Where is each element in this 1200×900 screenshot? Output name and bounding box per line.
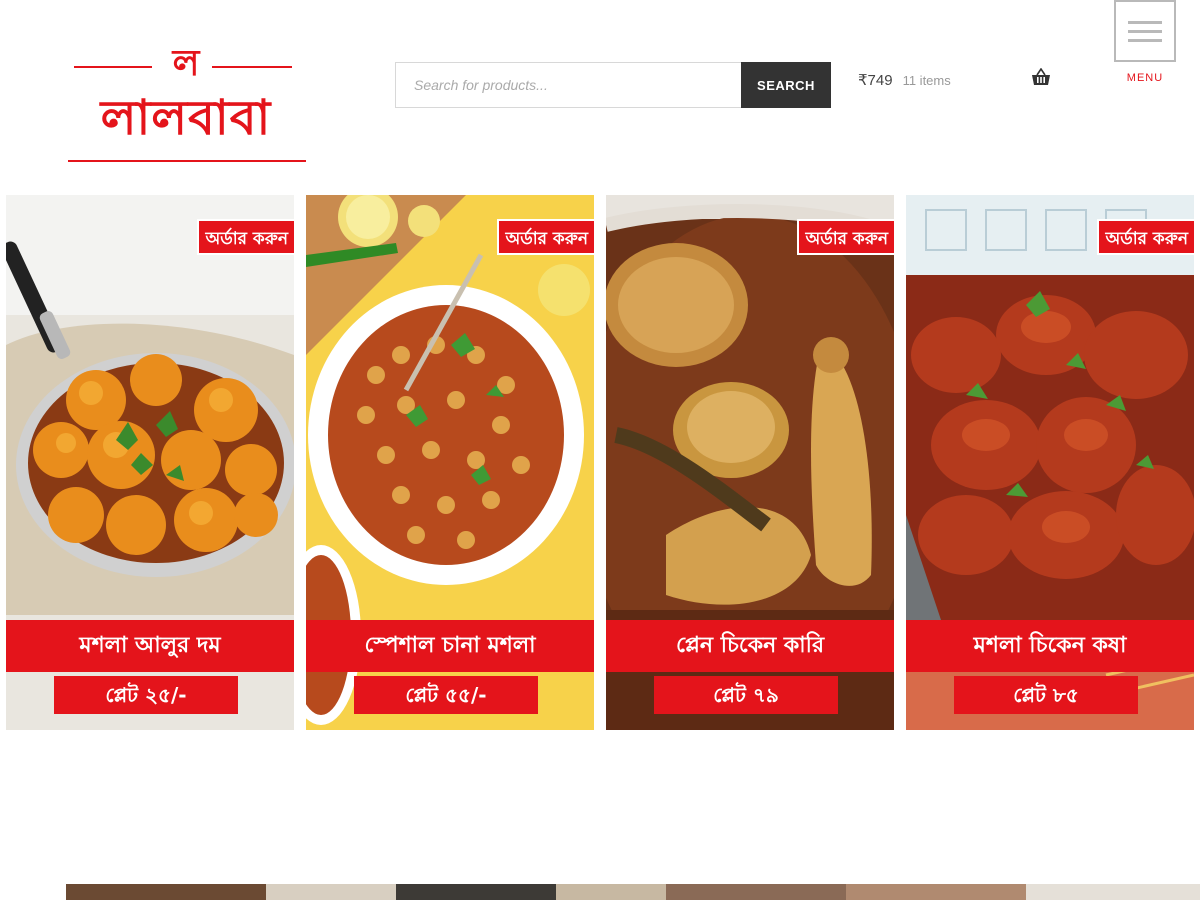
product-card[interactable]: অর্ডার করুন মশলা আলুর দম প্লেট ২৫/- [6,195,294,730]
search-button[interactable]: SEARCH [741,62,831,108]
menu-button[interactable] [1114,0,1176,62]
product-card[interactable]: অর্ডার করুন প্লেন চিকেন কারি প্লেট ৭৯ [606,195,894,730]
preview-image [846,884,1026,900]
cart-summary[interactable]: ₹749 11 items [858,70,951,90]
basket-icon[interactable] [1031,68,1051,86]
logo-rule [68,160,306,162]
logo-mark: ল [172,43,200,84]
product-price: প্লেট ৮৫ [954,676,1138,714]
order-now-badge[interactable]: অর্ডার করুন [797,219,894,255]
product-grid: অর্ডার করুন মশলা আলুর দম প্লেট ২৫/- অর্ড… [6,195,1196,730]
product-price: প্লেট ৫৫/- [354,676,538,714]
cart-amount: ₹749 [858,72,893,89]
product-card[interactable]: অর্ডার করুন স্পেশাল চানা মশলা প্লেট ৫৫/- [306,195,594,730]
product-title[interactable]: মশলা চিকেন কষা [906,620,1194,672]
cart-item-count: 11 items [902,72,951,88]
preview-image [66,884,266,900]
hamburger-icon [1128,20,1162,24]
preview-image [396,884,556,900]
order-now-badge[interactable]: অর্ডার করুন [197,219,294,255]
site-header: ল লালবাবা SEARCH ₹749 11 items MENU [0,0,1200,175]
order-now-badge[interactable]: অর্ডার করুন [497,219,594,255]
order-now-badge[interactable]: অর্ডার করুন [1097,219,1194,255]
product-card[interactable]: অর্ডার করুন মশলা চিকেন কষা প্লেট ৮৫ [906,195,1194,730]
site-logo[interactable]: ল লালবাবা [48,44,324,170]
hamburger-icon [1128,38,1162,42]
hamburger-icon [1128,29,1162,33]
product-search-form: SEARCH [395,62,831,108]
menu-label[interactable]: MENU [1114,72,1176,84]
product-price: প্লেট ২৫/- [54,676,238,714]
product-title[interactable]: মশলা আলুর দম [6,620,294,672]
product-price: প্লেট ৭৯ [654,676,838,714]
preview-image [266,884,396,900]
preview-image [556,884,666,900]
logo-wordmark: লালবাবা [100,90,272,146]
preview-image [666,884,846,900]
next-row-preview [66,884,1200,900]
search-input[interactable] [395,62,741,108]
product-title[interactable]: স্পেশাল চানা মশলা [306,620,594,672]
product-title[interactable]: প্লেন চিকেন কারি [606,620,894,672]
preview-image [1026,884,1200,900]
